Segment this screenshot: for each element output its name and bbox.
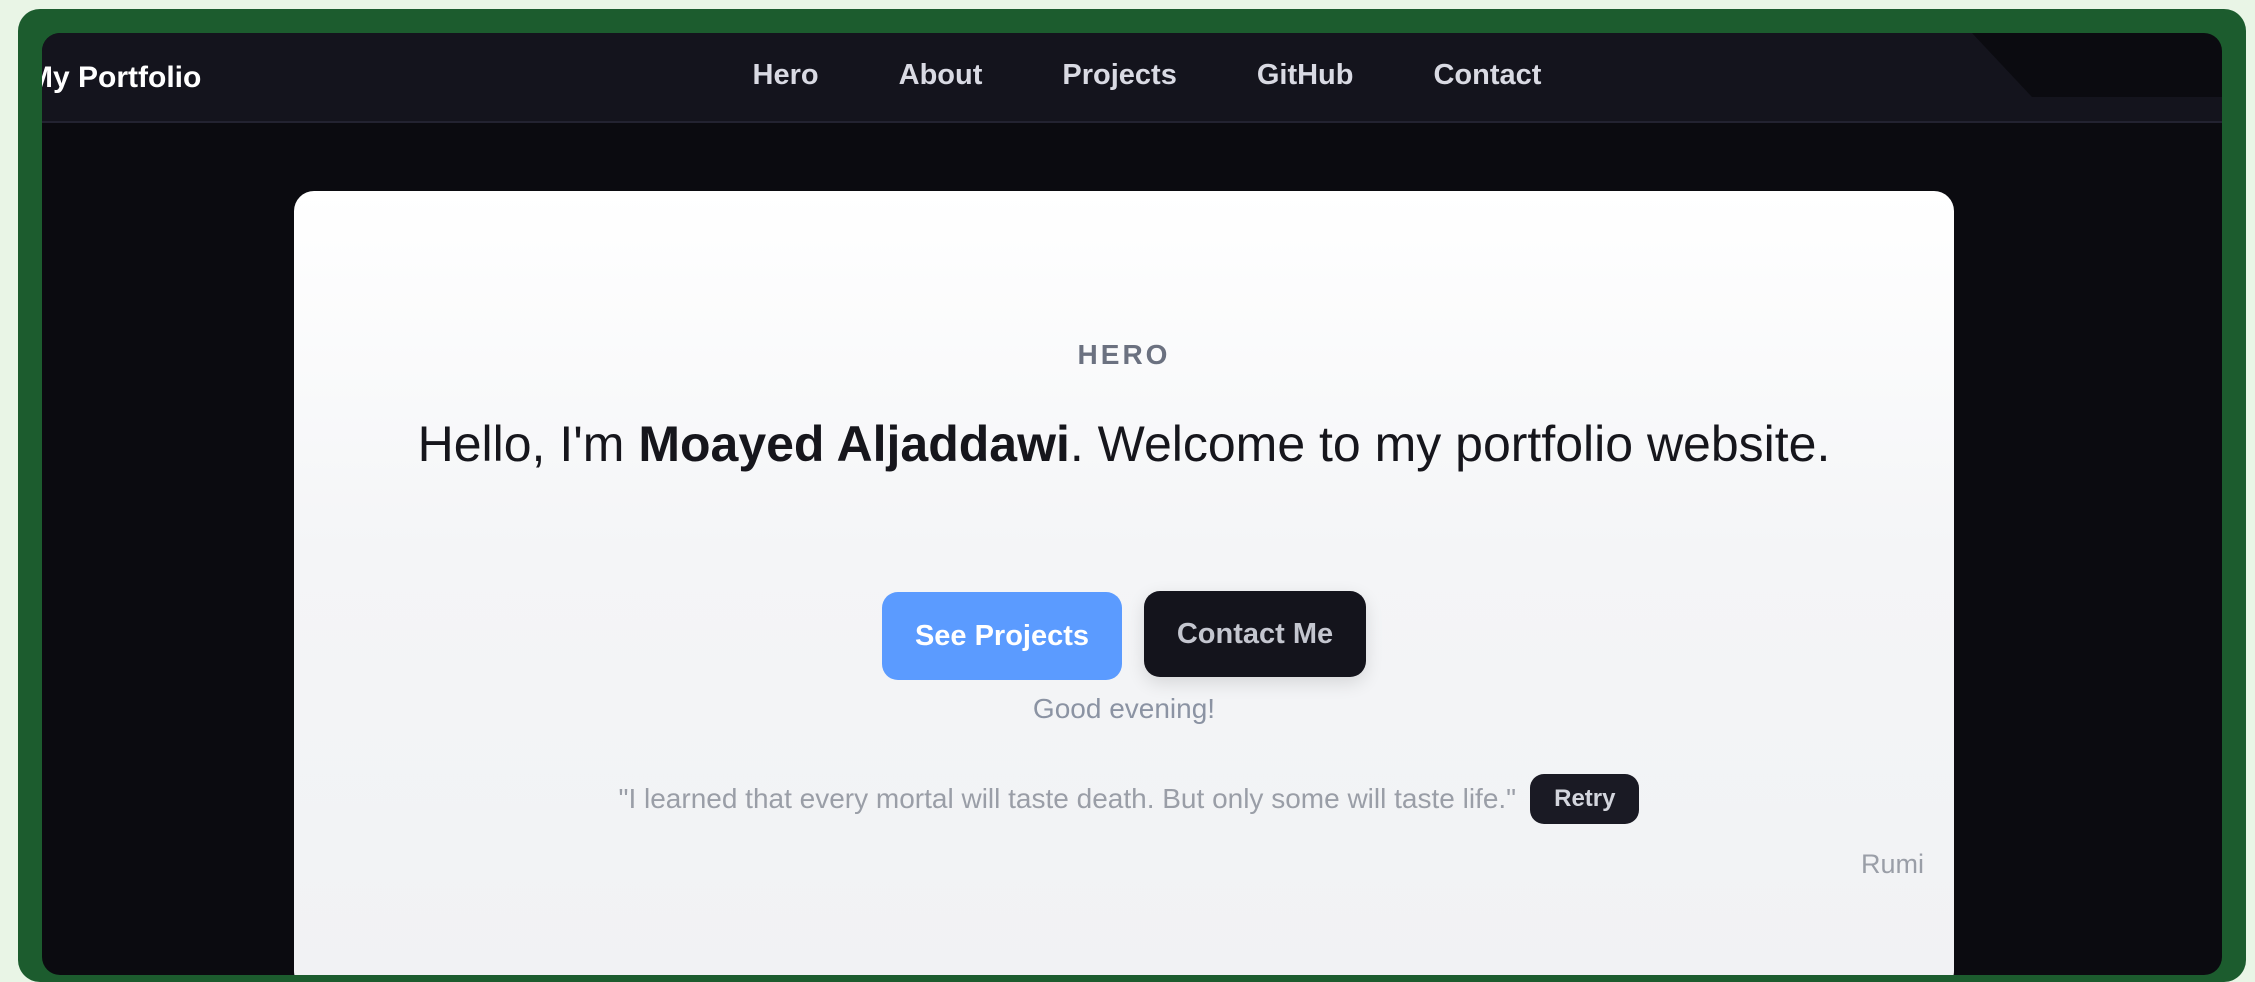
retry-button[interactable]: Retry xyxy=(1530,774,1640,824)
hero-card: HERO Hello, I'm Moayed Aljaddawi. Welcom… xyxy=(294,191,1954,975)
quote-row: "I learned that every mortal will taste … xyxy=(294,774,1954,824)
nav-contact[interactable]: Contact xyxy=(1433,59,1541,92)
contact-me-button[interactable]: Contact Me xyxy=(1144,591,1366,677)
nav-about[interactable]: About xyxy=(899,59,983,92)
section-eyebrow: HERO xyxy=(1077,339,1171,370)
main-nav: Hero About Projects GitHub Contact xyxy=(42,59,2222,92)
quote-author: Rumi xyxy=(1860,849,1924,879)
see-projects-button[interactable]: See Projects xyxy=(882,592,1122,680)
window-frame: My Portfolio Hero About Projects GitHub … xyxy=(18,9,2246,982)
headline-suffix: . Welcome to my portfolio website. xyxy=(1069,416,1831,472)
greeting-text: Good evening! xyxy=(1032,693,1216,724)
headline-prefix: Hello, I'm xyxy=(417,416,639,472)
top-navbar: My Portfolio Hero About Projects GitHub … xyxy=(42,33,2222,123)
browser-viewport: My Portfolio Hero About Projects GitHub … xyxy=(42,33,2222,975)
nav-hero[interactable]: Hero xyxy=(753,59,819,92)
hero-headline: Hello, I'm Moayed Aljaddawi. Welcome to … xyxy=(294,405,1954,483)
hero-actions: See Projects Contact Me xyxy=(294,591,1954,680)
nav-projects[interactable]: Projects xyxy=(1062,59,1176,92)
headline-name: Moayed Aljaddawi xyxy=(638,416,1070,472)
quote-text: "I learned that every mortal will taste … xyxy=(618,783,1517,814)
nav-github[interactable]: GitHub xyxy=(1257,59,1354,92)
